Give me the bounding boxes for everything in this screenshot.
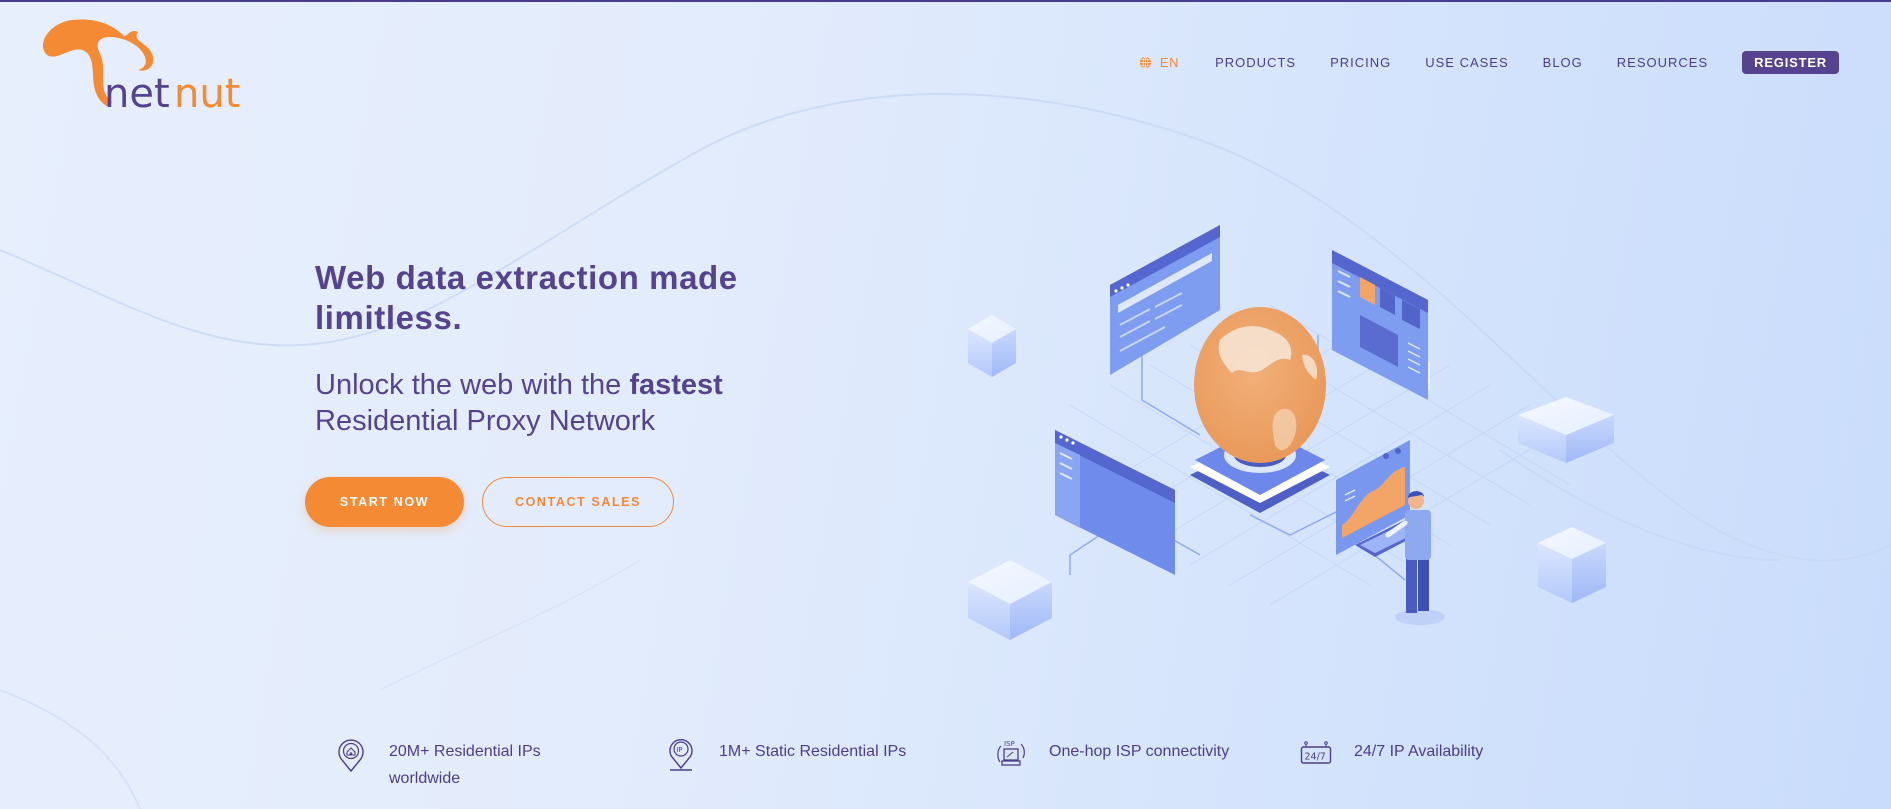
cube-right-bottom bbox=[1538, 527, 1606, 603]
start-now-button[interactable]: START NOW bbox=[305, 477, 464, 527]
main-nav: EN PRODUCTS PRICING USE CASES BLOG RESOU… bbox=[1139, 50, 1839, 74]
cube-right-middle bbox=[1518, 397, 1614, 463]
feature-text: One-hop ISP connectivity bbox=[1049, 743, 1230, 760]
isp-laptop-icon: ISP bbox=[997, 740, 1025, 766]
hero-subtitle-suffix: Residential Proxy Network bbox=[315, 405, 656, 437]
ip-location-pin-icon: IP bbox=[669, 738, 693, 771]
squirrel-logo-icon: net nut bbox=[42, 19, 240, 117]
nav-pricing[interactable]: PRICING bbox=[1330, 55, 1391, 70]
feature-text: 20M+ Residential IPs worldwide bbox=[389, 743, 541, 787]
register-button[interactable]: REGISTER bbox=[1742, 50, 1839, 74]
feature-static-ips: IP 1M+ Static Residential IPs bbox=[665, 738, 909, 774]
top-accent-line bbox=[0, 0, 1891, 2]
svg-text:24/7: 24/7 bbox=[1305, 752, 1326, 763]
svg-text:ISP: ISP bbox=[1004, 740, 1015, 748]
logo-text-net: net bbox=[104, 71, 170, 117]
globe-icon bbox=[1194, 307, 1326, 463]
cube-left-top bbox=[968, 315, 1016, 377]
logo-text-nut: nut bbox=[174, 71, 240, 117]
hero-subtitle: Unlock the web with the fastest Resident… bbox=[315, 367, 835, 439]
cube-left-bottom bbox=[968, 560, 1052, 640]
nav-blog[interactable]: BLOG bbox=[1543, 55, 1583, 70]
netnut-logo[interactable]: net nut bbox=[34, 12, 274, 117]
24-7-calendar-icon: 24/7 bbox=[1300, 741, 1332, 764]
feature-availability: 24/7 24/7 IP Availability bbox=[1300, 738, 1544, 774]
feature-text: 1M+ Static Residential IPs bbox=[719, 743, 907, 760]
hero-subtitle-bold: fastest bbox=[629, 369, 723, 401]
feature-isp-connectivity: ISP One-hop ISP connectivity bbox=[995, 738, 1239, 774]
features-bar: 20M+ Residential IPs worldwide IP 1M+ St… bbox=[0, 738, 1891, 798]
globe-icon bbox=[1139, 56, 1151, 68]
browser-window-dashboard bbox=[1332, 250, 1428, 400]
feature-text: 24/7 IP Availability bbox=[1354, 743, 1484, 760]
nav-resources[interactable]: RESOURCES bbox=[1617, 55, 1708, 70]
language-label: EN bbox=[1159, 54, 1180, 70]
nav-products[interactable]: PRODUCTS bbox=[1215, 55, 1296, 70]
residential-location-pin-icon bbox=[338, 739, 364, 773]
contact-sales-button[interactable]: CONTACT SALES bbox=[482, 477, 674, 527]
hero-subtitle-prefix: Unlock the web with the bbox=[315, 369, 630, 401]
svg-text:IP: IP bbox=[676, 746, 682, 754]
hero-illustration bbox=[968, 225, 1614, 640]
feature-residential-ips: 20M+ Residential IPs worldwide bbox=[335, 738, 579, 792]
nav-use-cases[interactable]: USE CASES bbox=[1425, 55, 1508, 70]
language-selector[interactable]: EN bbox=[1139, 55, 1179, 70]
hero-title: Web data extraction made limitless. bbox=[315, 259, 738, 336]
